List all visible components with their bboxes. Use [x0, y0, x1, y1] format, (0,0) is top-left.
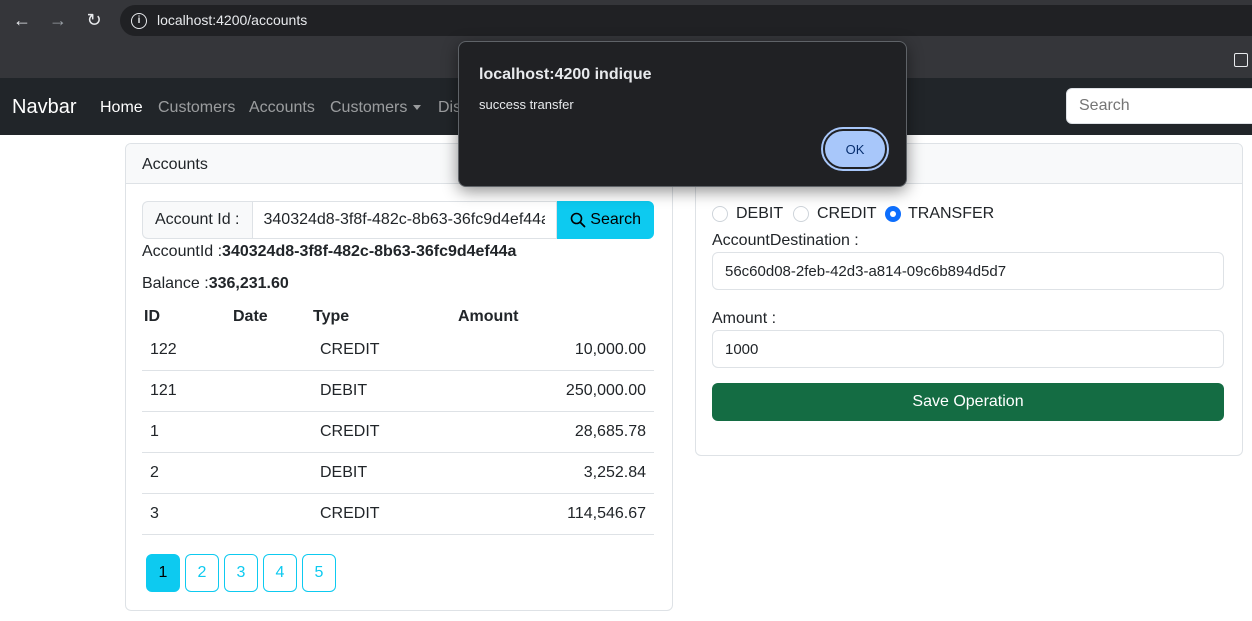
- cell-type: DEBIT: [320, 464, 368, 481]
- save-operation-button[interactable]: Save Operation: [712, 383, 1224, 421]
- alert-dialog: localhost:4200 indique success transfer …: [458, 41, 907, 187]
- column-header-type: Type: [313, 308, 350, 325]
- nav-link-accounts[interactable]: Accounts: [249, 99, 315, 117]
- cell-type: CREDIT: [320, 423, 380, 440]
- account-id-input[interactable]: [251, 201, 558, 239]
- cell-id: 122: [150, 341, 177, 358]
- operations-table-header: ID Date Type Amount: [142, 306, 654, 328]
- column-header-id: ID: [144, 308, 160, 325]
- nav-link-home[interactable]: Home: [100, 99, 143, 117]
- cell-amount: 28,685.78: [574, 423, 646, 440]
- search-button[interactable]: Search: [557, 201, 654, 239]
- caret-down-icon: [413, 105, 422, 111]
- account-destination-input[interactable]: [712, 252, 1224, 290]
- radio-credit-label[interactable]: CREDIT: [817, 205, 877, 223]
- radio-debit[interactable]: [712, 206, 728, 222]
- account-id-info-label: AccountId :: [142, 243, 223, 260]
- dialog-ok-button[interactable]: OK: [821, 127, 889, 171]
- cell-type: CREDIT: [320, 505, 380, 522]
- reload-icon[interactable]: ↻: [84, 10, 104, 30]
- browser-toolbar: ← → ↻ i localhost:4200/accounts: [0, 0, 1252, 40]
- account-id-info-value: 340324d8-3f8f-482c-8b63-36fc9d4ef44a: [222, 243, 517, 260]
- balance-label: Balance :: [142, 275, 209, 292]
- table-row: 1 CREDIT 28,685.78: [142, 411, 654, 453]
- cell-type: DEBIT: [320, 382, 368, 399]
- account-id-label: Account Id :: [142, 201, 252, 239]
- extension-icon[interactable]: [1234, 53, 1248, 67]
- column-header-date: Date: [233, 308, 268, 325]
- navbar-search-input[interactable]: [1066, 88, 1252, 124]
- cell-id: 2: [150, 464, 159, 481]
- page-button-5[interactable]: 5: [302, 554, 336, 592]
- cell-amount: 114,546.67: [567, 505, 646, 522]
- table-row: 122 CREDIT 10,000.00: [142, 329, 654, 371]
- nav-dropdown-label: Customers: [330, 99, 408, 116]
- page-button-1[interactable]: 1: [146, 554, 180, 592]
- balance-info: Balance :336,231.60: [142, 275, 289, 293]
- account-id-info: AccountId :340324d8-3f8f-482c-8b63-36fc9…: [142, 243, 516, 261]
- cell-id: 121: [150, 382, 177, 399]
- url-text: localhost:4200/accounts: [157, 12, 308, 28]
- dialog-title: localhost:4200 indique: [479, 66, 652, 83]
- amount-input[interactable]: [712, 330, 1224, 368]
- accounts-card: Accounts Account Id : Search AccountId :…: [125, 143, 673, 611]
- cell-amount: 10,000.00: [574, 341, 646, 358]
- nav-dropdown-customers[interactable]: Customers: [330, 99, 422, 117]
- page-button-3[interactable]: 3: [224, 554, 258, 592]
- cell-amount: 250,000.00: [565, 382, 646, 399]
- amount-label: Amount :: [712, 310, 777, 327]
- cell-type: CREDIT: [320, 341, 380, 358]
- operations-card: DEBIT CREDIT TRANSFER AccountDestination…: [695, 143, 1243, 456]
- address-bar[interactable]: i localhost:4200/accounts: [120, 5, 1252, 36]
- balance-value: 336,231.60: [208, 275, 289, 292]
- radio-credit[interactable]: [793, 206, 809, 222]
- radio-debit-label[interactable]: DEBIT: [736, 205, 783, 223]
- search-button-label: Search: [590, 211, 641, 228]
- info-icon[interactable]: i: [131, 13, 147, 29]
- account-destination-label: AccountDestination :: [712, 232, 859, 249]
- cell-id: 3: [150, 505, 159, 522]
- nav-link-customers[interactable]: Customers: [158, 99, 235, 117]
- table-row: 2 DEBIT 3,252.84: [142, 452, 654, 494]
- table-row: 121 DEBIT 250,000.00: [142, 370, 654, 412]
- navbar-brand[interactable]: Navbar: [12, 96, 76, 119]
- radio-transfer-label[interactable]: TRANSFER: [908, 205, 994, 223]
- account-search-group: Account Id : Search: [142, 201, 654, 239]
- cell-amount: 3,252.84: [583, 464, 646, 481]
- back-arrow-icon[interactable]: ←: [12, 10, 32, 30]
- search-icon: [570, 212, 586, 228]
- column-header-amount: Amount: [458, 308, 519, 325]
- page-button-4[interactable]: 4: [263, 554, 297, 592]
- table-row: 3 CREDIT 114,546.67: [142, 493, 654, 535]
- page-button-2[interactable]: 2: [185, 554, 219, 592]
- dialog-message: success transfer: [479, 97, 574, 112]
- cell-id: 1: [150, 423, 159, 440]
- radio-transfer[interactable]: [885, 206, 901, 222]
- forward-arrow-icon[interactable]: →: [48, 10, 68, 30]
